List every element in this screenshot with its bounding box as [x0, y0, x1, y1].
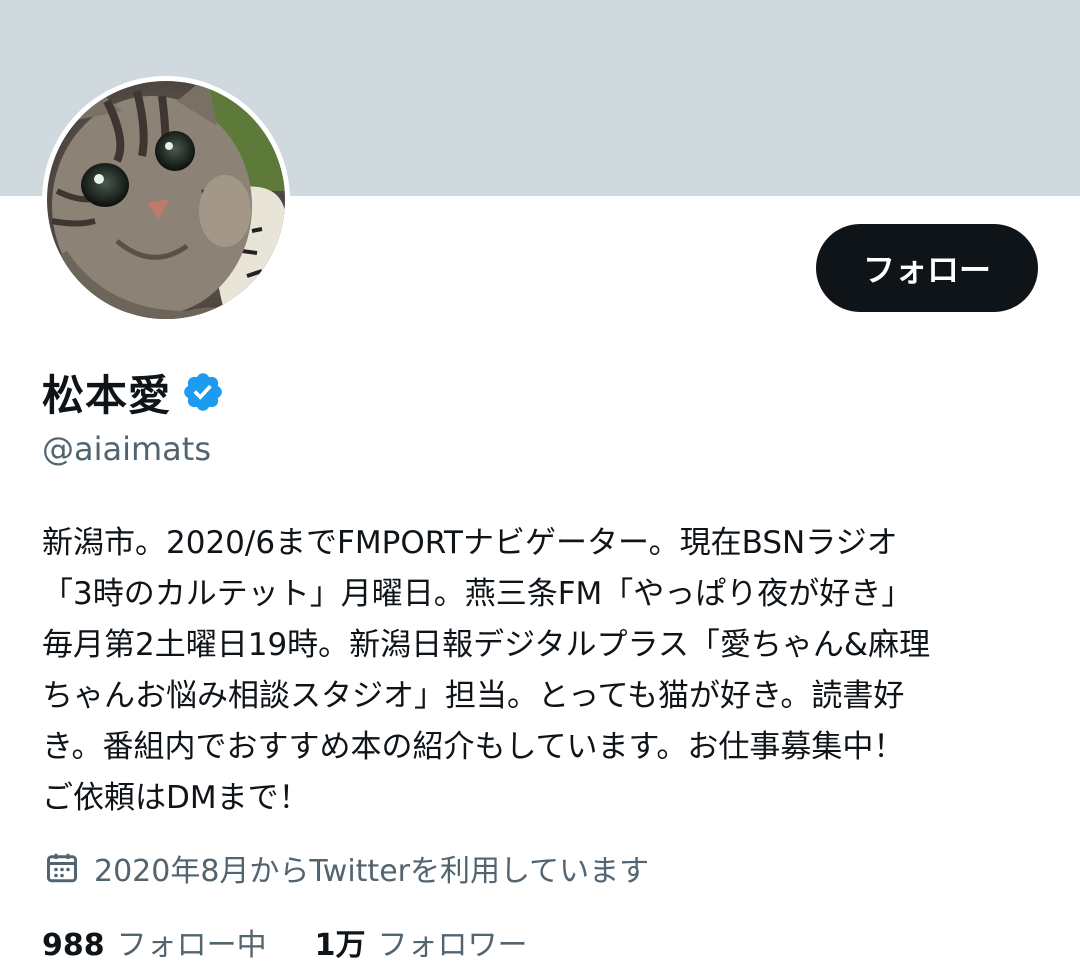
verified-badge-icon[interactable]: [181, 370, 225, 414]
followers-count: 1万: [314, 928, 366, 962]
profile-page: フォロー 松本愛 @aiaimats 新潟市。2020/6までFMPORTナビゲ…: [0, 0, 1080, 962]
calendar-icon: [47, 853, 77, 883]
bio-line: ご依頼はDMまで！: [42, 780, 310, 816]
following-count: 988: [42, 928, 105, 962]
bio-line: 新潟市。2020/6までFMPORTナビゲーター。現在BSNラジオ: [42, 525, 898, 561]
profile-bio: 新潟市。2020/6までFMPORTナビゲーター。現在BSNラジオ 「3時のカル…: [42, 518, 1042, 824]
bio-line: 毎月第2土曜日19時。新潟日報デジタルプラス「愛ちゃん&麻理: [42, 627, 931, 663]
profile-name-row: 松本愛: [42, 362, 225, 422]
following-label: フォロー中: [116, 928, 267, 962]
avatar-cat-image: [47, 81, 285, 319]
followers-link[interactable]: 1万 フォロワー: [315, 920, 528, 962]
follow-stats: 988 フォロー中 1万 フォロワー: [42, 920, 576, 962]
followers-label: フォロワー: [377, 928, 528, 962]
bio-line: き。番組内でおすすめ本の紹介もしています。お仕事募集中！: [42, 729, 905, 765]
display-name: 松本愛: [42, 370, 172, 420]
avatar[interactable]: [42, 76, 290, 324]
profile-handle: @aiaimats: [42, 430, 211, 468]
joined-text: 2020年8月からTwitterを利用しています: [94, 854, 650, 889]
following-link[interactable]: 988 フォロー中: [42, 920, 267, 962]
joined-date: 2020年8月からTwitterを利用しています: [44, 846, 649, 890]
follow-button[interactable]: フォロー: [816, 224, 1038, 312]
bio-line: ちゃんお悩み相談スタジオ」担当。とっても猫が好き。読書好: [42, 678, 905, 714]
bio-line: 「3時のカルテット」月曜日。燕三条FM「やっぱり夜が好き」: [42, 576, 913, 612]
